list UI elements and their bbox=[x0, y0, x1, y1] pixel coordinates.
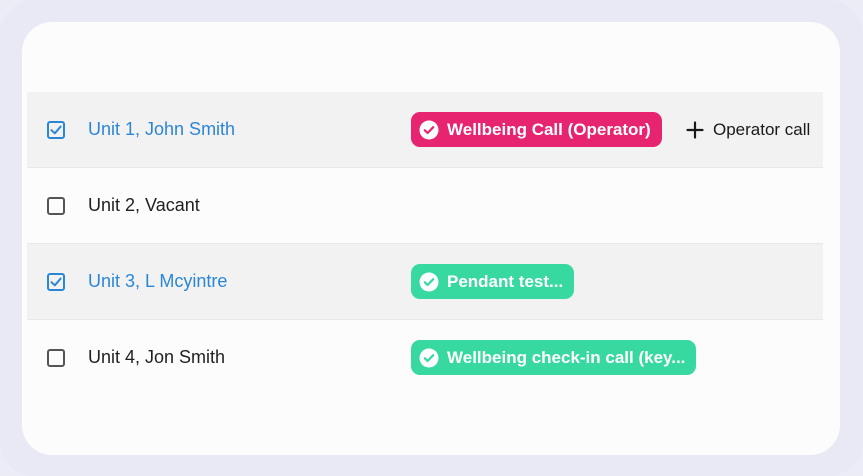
checkbox-checked-icon[interactable] bbox=[47, 120, 65, 139]
unit-list: Unit 1, John Smith Wellbeing Call (Opera… bbox=[27, 92, 823, 395]
check-circle-icon bbox=[419, 120, 439, 140]
table-row[interactable]: Unit 4, Jon Smith Wellbeing check-in cal… bbox=[27, 320, 823, 395]
units-card: Unit 1, John Smith Wellbeing Call (Opera… bbox=[22, 22, 840, 455]
table-row[interactable]: Unit 1, John Smith Wellbeing Call (Opera… bbox=[27, 92, 823, 168]
add-operator-call-label: Operator call bbox=[713, 119, 811, 139]
status-badge-label: Pendant test... bbox=[447, 271, 564, 291]
status-badge[interactable]: Wellbeing Call (Operator) bbox=[411, 112, 662, 147]
status-badge-label: Wellbeing Call (Operator) bbox=[447, 119, 651, 139]
table-row[interactable]: Unit 3, L Mcyintre Pendant test... bbox=[27, 244, 823, 320]
plus-icon bbox=[686, 120, 704, 139]
table-row[interactable]: Unit 2, Vacant bbox=[27, 168, 823, 244]
add-operator-call-button[interactable]: Operator call bbox=[686, 120, 810, 140]
status-badge[interactable]: Wellbeing check-in call (key... bbox=[411, 340, 697, 375]
checkbox-checked-icon[interactable] bbox=[47, 272, 65, 291]
check-circle-icon bbox=[419, 272, 439, 292]
status-badge[interactable]: Pendant test... bbox=[411, 264, 575, 299]
check-circle-icon bbox=[419, 348, 439, 368]
unit-name[interactable]: Unit 2, Vacant bbox=[88, 195, 200, 216]
unit-name[interactable]: Unit 3, L Mcyintre bbox=[88, 271, 227, 292]
outer-frame: Unit 1, John Smith Wellbeing Call (Opera… bbox=[0, 0, 863, 476]
checkbox-unchecked-icon[interactable] bbox=[47, 348, 65, 367]
unit-name[interactable]: Unit 1, John Smith bbox=[88, 119, 235, 140]
unit-name[interactable]: Unit 4, Jon Smith bbox=[88, 347, 225, 368]
status-badge-label: Wellbeing check-in call (key... bbox=[447, 347, 686, 367]
checkbox-unchecked-icon[interactable] bbox=[47, 196, 65, 215]
